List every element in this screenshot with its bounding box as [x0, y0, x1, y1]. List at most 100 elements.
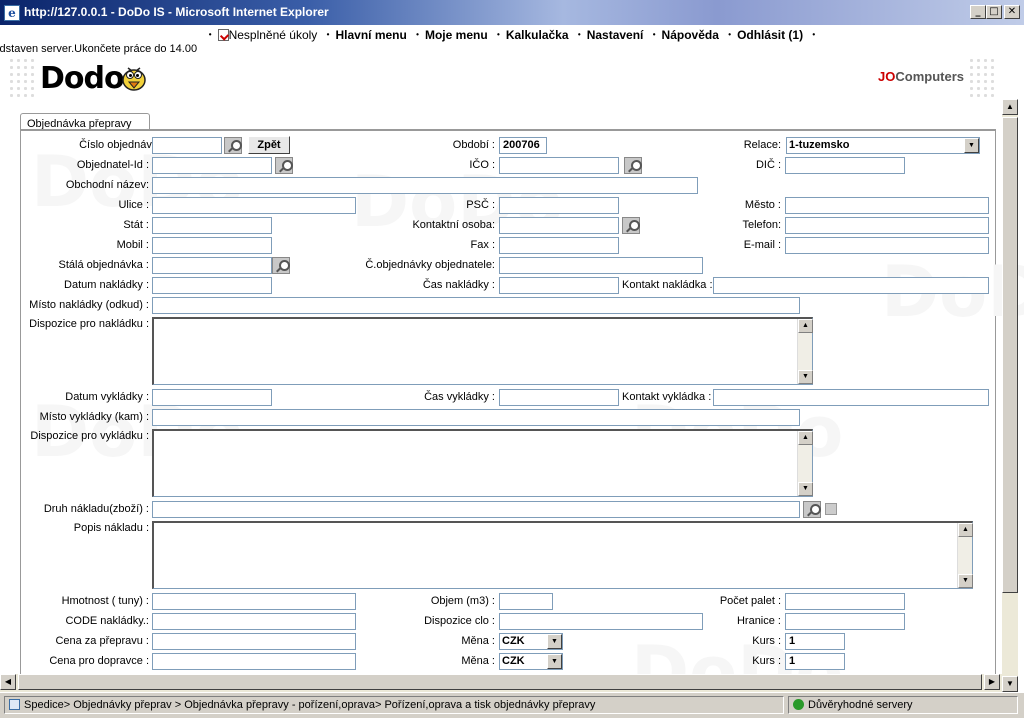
- scroll-down-icon[interactable]: ▼: [798, 482, 813, 496]
- customer-id-search-icon[interactable]: [275, 157, 293, 174]
- scroll-left-icon[interactable]: ◀: [0, 674, 16, 690]
- scrollbar-thumb[interactable]: [18, 674, 982, 690]
- chevron-down-icon[interactable]: ▼: [964, 138, 979, 153]
- unloading-date-input[interactable]: [152, 389, 272, 406]
- menu-item-my-menu[interactable]: Moje menu: [425, 28, 488, 42]
- customer-id-input[interactable]: [152, 157, 272, 174]
- close-button[interactable]: ✕: [1004, 5, 1020, 19]
- internet-explorer-icon: e: [4, 5, 20, 21]
- unloading-contact-input[interactable]: [713, 389, 989, 406]
- dodo-logo: Dodo: [40, 61, 125, 96]
- contact-person-input[interactable]: [499, 217, 619, 234]
- header-logo-area: Dodo JOComputers: [8, 57, 996, 127]
- phone-label: Telefon:: [742, 219, 781, 231]
- loading-time-input[interactable]: [499, 277, 619, 294]
- menu-bullet: •: [326, 30, 330, 39]
- decorative-dots: [8, 57, 36, 97]
- fax-label: Fax :: [470, 239, 495, 251]
- textarea-scrollbar[interactable]: ▲ ▼: [957, 523, 973, 588]
- cargo-description-textarea[interactable]: ▲ ▼: [152, 521, 973, 589]
- relation-select[interactable]: 1-tuzemsko ▼: [786, 137, 980, 154]
- menu-item-calculator[interactable]: Kalkulačka: [506, 28, 569, 42]
- carrier-currency-select[interactable]: CZK ▼: [499, 653, 563, 670]
- zip-input[interactable]: [499, 197, 619, 214]
- cargo-type-clear-icon[interactable]: [825, 503, 837, 515]
- standing-order-search-icon[interactable]: [272, 257, 290, 274]
- textarea-scrollbar[interactable]: ▲ ▼: [797, 319, 813, 384]
- menu-item-tasks[interactable]: Nesplněné úkoly: [229, 28, 318, 42]
- volume-input[interactable]: [499, 593, 553, 610]
- menu-item-help[interactable]: Nápověda: [662, 28, 719, 42]
- mobile-input[interactable]: [152, 237, 272, 254]
- relation-label: Relace:: [743, 139, 781, 151]
- scroll-up-icon[interactable]: ▲: [1002, 99, 1018, 115]
- city-input[interactable]: [785, 197, 989, 214]
- order-number-search-icon[interactable]: [224, 137, 242, 154]
- maximize-button[interactable]: □: [986, 5, 1002, 19]
- dodo-bird-icon: [122, 67, 146, 91]
- scroll-up-icon[interactable]: ▲: [798, 319, 813, 333]
- chevron-down-icon[interactable]: ▼: [547, 654, 562, 669]
- dic-input[interactable]: [785, 157, 905, 174]
- order-number-input[interactable]: [152, 137, 222, 154]
- unloading-disposition-textarea[interactable]: ▲ ▼: [152, 429, 813, 497]
- menu-item-logout[interactable]: Odhlásit (1): [737, 28, 803, 42]
- company-name-input[interactable]: [152, 177, 698, 194]
- carrier-rate-input[interactable]: 1: [785, 653, 845, 670]
- customs-disposition-input[interactable]: [499, 613, 703, 630]
- email-label: E-mail :: [743, 239, 781, 251]
- cargo-type-search-icon[interactable]: [803, 501, 821, 518]
- minimize-button[interactable]: _: [970, 5, 986, 19]
- scroll-down-icon[interactable]: ▼: [1002, 676, 1018, 692]
- browser-status-bar: Spedice> Objednávky přeprav > Objednávka…: [0, 692, 1024, 718]
- menu-item-settings[interactable]: Nastavení: [587, 28, 644, 42]
- loading-code-input[interactable]: [152, 613, 356, 630]
- period-label: Období :: [452, 139, 495, 151]
- page-vertical-scrollbar[interactable]: ▲ ▼: [1002, 99, 1018, 692]
- unloading-time-input[interactable]: [499, 389, 619, 406]
- pallet-count-input[interactable]: [785, 593, 905, 610]
- scroll-down-icon[interactable]: ▼: [958, 574, 973, 588]
- country-input[interactable]: [152, 217, 272, 234]
- scroll-down-icon[interactable]: ▼: [798, 370, 813, 384]
- scrollbar-thumb[interactable]: [1002, 117, 1018, 593]
- cargo-type-input[interactable]: [152, 501, 800, 518]
- city-label: Město :: [744, 199, 781, 211]
- loading-date-input[interactable]: [152, 277, 272, 294]
- unloading-contact-label: Kontakt vykládka :: [622, 391, 712, 403]
- menu-bullet: •: [812, 30, 816, 39]
- currency-select[interactable]: CZK ▼: [499, 633, 563, 650]
- menu-item-main-menu[interactable]: Hlavní menu: [335, 28, 406, 42]
- back-button[interactable]: Zpět: [248, 136, 290, 154]
- weight-input[interactable]: [152, 593, 356, 610]
- loading-contact-input[interactable]: [713, 277, 989, 294]
- page-icon: [9, 699, 20, 710]
- street-input[interactable]: [152, 197, 356, 214]
- email-input[interactable]: [785, 237, 989, 254]
- page-horizontal-scrollbar[interactable]: ◀ ▶: [0, 674, 1002, 692]
- loading-place-input[interactable]: [152, 297, 800, 314]
- fax-input[interactable]: [499, 237, 619, 254]
- textarea-scrollbar[interactable]: ▲ ▼: [797, 431, 813, 496]
- loading-disposition-textarea[interactable]: ▲ ▼: [152, 317, 813, 385]
- standing-order-input[interactable]: [152, 257, 272, 274]
- contact-person-search-icon[interactable]: [622, 217, 640, 234]
- scroll-up-icon[interactable]: ▲: [798, 431, 813, 445]
- transport-price-label: Cena za přepravu :: [55, 635, 149, 647]
- transport-price-input[interactable]: [152, 633, 356, 650]
- border-input[interactable]: [785, 613, 905, 630]
- period-input[interactable]: 200706: [499, 137, 547, 154]
- rate-input[interactable]: 1: [785, 633, 845, 650]
- zip-label: PSČ :: [466, 199, 495, 211]
- chevron-down-icon[interactable]: ▼: [547, 634, 562, 649]
- customer-order-number-input[interactable]: [499, 257, 703, 274]
- loading-disposition-label: Dispozice pro nakládku :: [29, 318, 149, 330]
- unloading-place-input[interactable]: [152, 409, 800, 426]
- scroll-right-icon[interactable]: ▶: [984, 674, 1000, 690]
- carrier-price-input[interactable]: [152, 653, 356, 670]
- phone-input[interactable]: [785, 217, 989, 234]
- scroll-up-icon[interactable]: ▲: [958, 523, 973, 537]
- order-form: DoDo DoDo DoDo DoDo DoDo DoDo DoDo Číslo…: [20, 129, 1024, 692]
- ico-input[interactable]: [499, 157, 619, 174]
- ico-search-icon[interactable]: [624, 157, 642, 174]
